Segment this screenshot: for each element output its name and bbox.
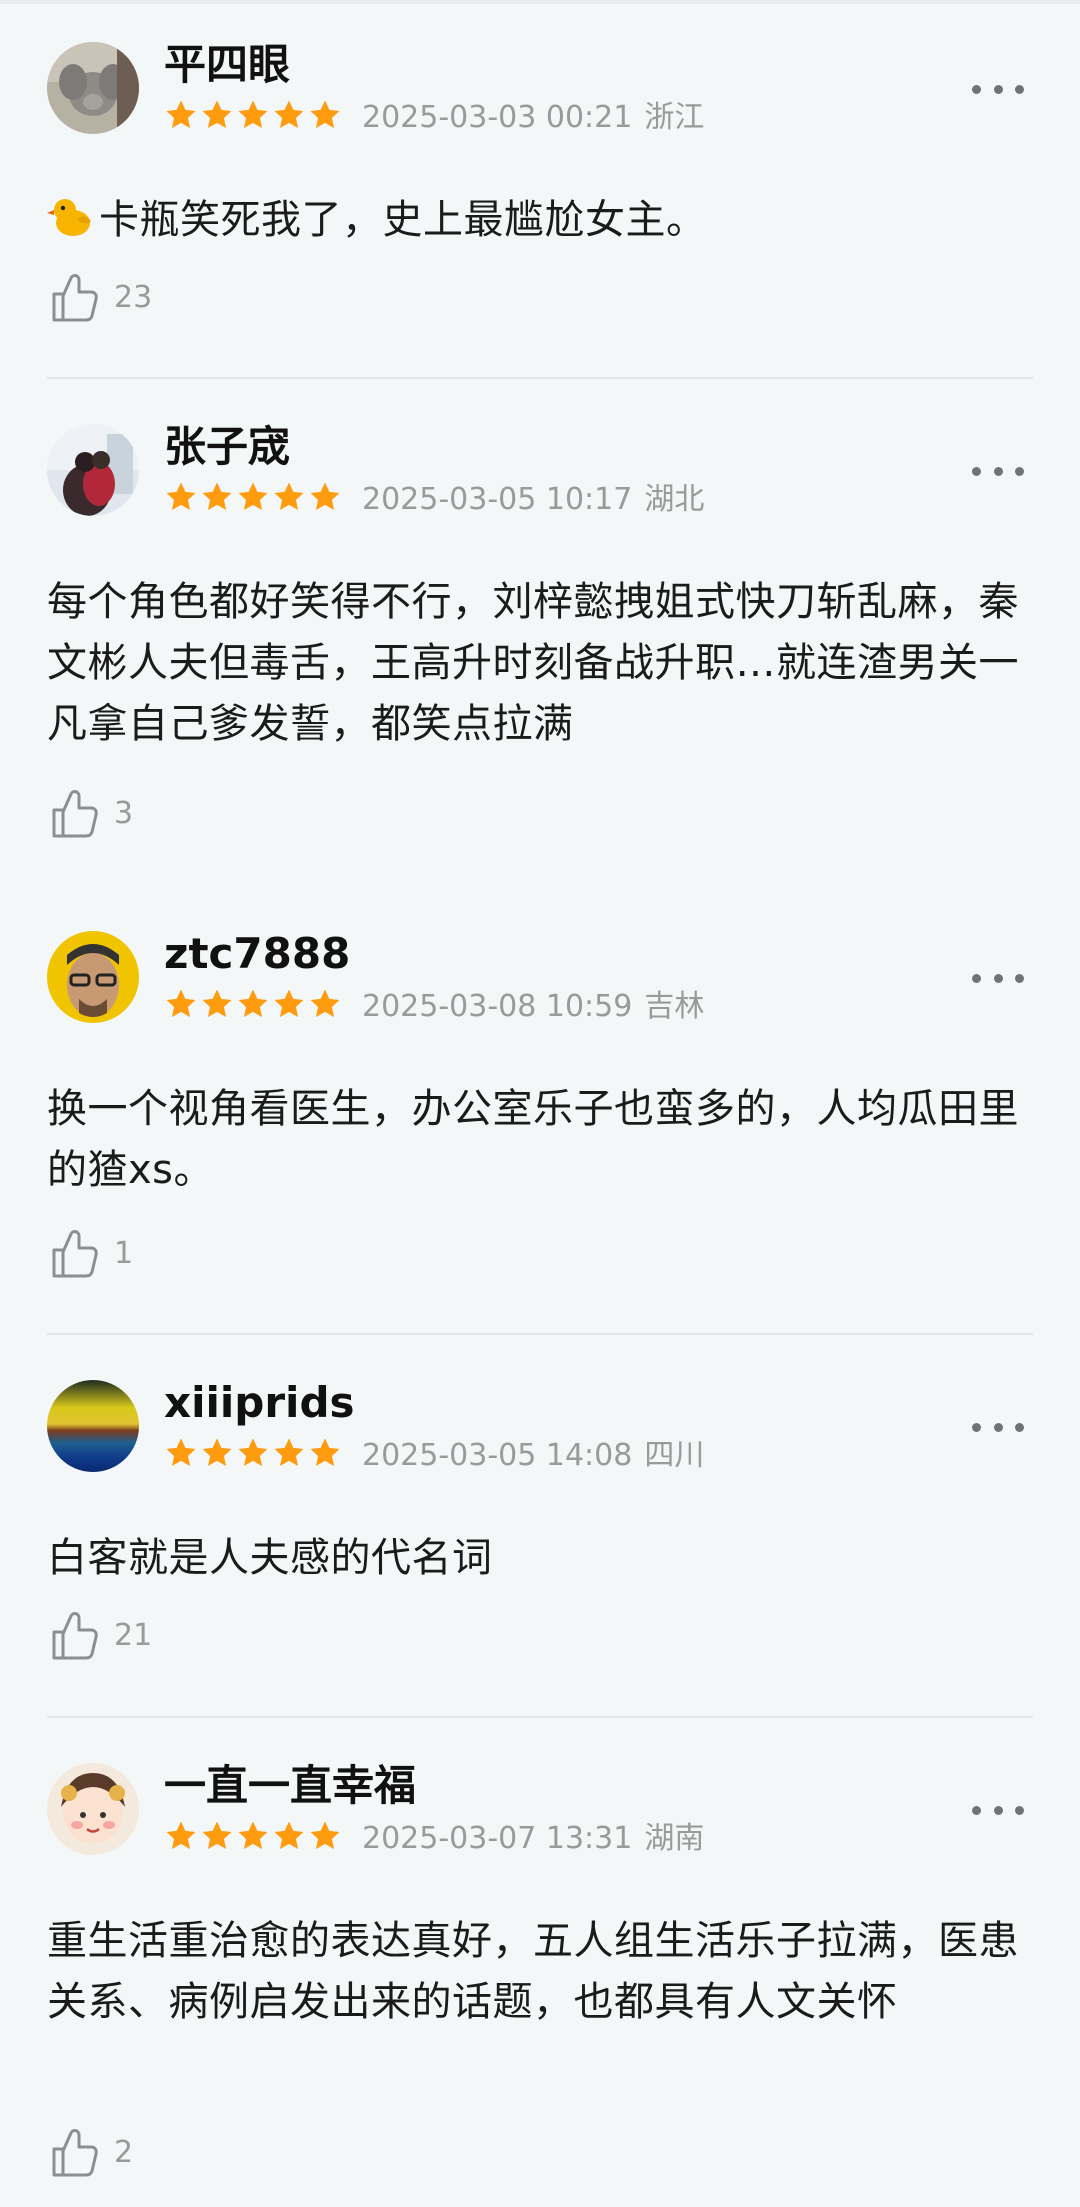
star-icon (200, 1436, 234, 1476)
top-edge (0, 0, 1080, 4)
review-date: 2025-03-05 10:17 (362, 482, 633, 517)
like-count: 2 (114, 2135, 134, 2170)
star-icon (164, 1436, 198, 1476)
like-button[interactable]: 2 (50, 2127, 133, 2179)
review-location: 四川 (644, 1438, 705, 1473)
review-content: 重生活重治愈的表达真好，五人组生活乐子拉满，医患关系、病例启发出来的话题，也都具… (47, 1918, 1019, 2025)
review-location: 湖南 (644, 1821, 705, 1856)
star-icon (200, 98, 234, 138)
star-icon (272, 1436, 306, 1476)
review-date: 2025-03-05 14:08 (362, 1438, 633, 1473)
avatar[interactable] (47, 1763, 139, 1855)
rating-stars (164, 480, 342, 520)
thumbs-up-icon (50, 1610, 100, 1662)
star-icon (164, 98, 198, 138)
star-icon (308, 98, 342, 138)
rating-stars (164, 98, 342, 138)
avatar[interactable] (47, 931, 139, 1023)
review-location: 湖北 (644, 482, 705, 517)
rating-stars (164, 1819, 342, 1859)
review-location: 浙江 (644, 100, 705, 135)
like-button[interactable]: 21 (50, 1610, 152, 1662)
review-content: 换一个视角看医生，办公室乐子也蛮多的，人均瓜田里的猹xs。 (47, 1086, 1019, 1193)
review-content: 白客就是人夫感的代名词 (47, 1535, 493, 1581)
like-button[interactable]: 23 (50, 272, 152, 324)
review-meta: 2025-03-08 10:59 吉林 (362, 989, 704, 1025)
star-icon (164, 987, 198, 1027)
rating-stars (164, 1436, 342, 1476)
review-meta: 2025-03-07 13:31 湖南 (362, 1821, 704, 1857)
thumbs-up-icon (50, 2127, 100, 2179)
review-location: 吉林 (644, 989, 705, 1024)
username[interactable]: ztc7888 (164, 929, 350, 979)
star-icon (272, 1819, 306, 1859)
like-button[interactable]: 1 (50, 1228, 133, 1280)
divider (47, 1333, 1033, 1335)
star-icon (164, 480, 198, 520)
star-icon (236, 98, 270, 138)
username[interactable]: xiiiprids (164, 1378, 355, 1428)
avatar[interactable] (47, 1380, 139, 1472)
thumbs-up-icon (50, 1228, 100, 1280)
star-icon (308, 1436, 342, 1476)
like-count: 1 (114, 1236, 134, 1271)
star-icon (272, 98, 306, 138)
review-meta: 2025-03-05 10:17 湖北 (362, 482, 704, 518)
divider (47, 377, 1033, 379)
star-icon (164, 1819, 198, 1859)
star-icon (308, 1819, 342, 1859)
star-icon (200, 1819, 234, 1859)
review-date: 2025-03-07 13:31 (362, 1821, 633, 1856)
star-icon (236, 480, 270, 520)
avatar[interactable] (47, 424, 139, 516)
star-icon (236, 1436, 270, 1476)
chick-emoji-icon (47, 193, 95, 257)
star-icon (200, 480, 234, 520)
like-count: 21 (114, 1618, 153, 1653)
divider (47, 1716, 1033, 1718)
more-options-icon[interactable] (972, 966, 1024, 990)
rating-stars (164, 987, 342, 1027)
review-meta: 2025-03-05 14:08 四川 (362, 1438, 704, 1474)
star-icon (308, 480, 342, 520)
username[interactable]: 张子宬 (164, 422, 290, 472)
star-icon (308, 987, 342, 1027)
like-button[interactable]: 3 (50, 788, 133, 840)
thumbs-up-icon (50, 788, 100, 840)
like-count: 23 (114, 280, 153, 315)
more-options-icon[interactable] (972, 1798, 1024, 1822)
username[interactable]: 平四眼 (164, 40, 290, 90)
review-date: 2025-03-08 10:59 (362, 989, 633, 1024)
star-icon (272, 987, 306, 1027)
review-text: 卡瓶笑死我了，史上最尴尬女主。 (99, 197, 707, 243)
review-meta: 2025-03-03 00:21 浙江 (362, 100, 704, 136)
more-options-icon[interactable] (972, 77, 1024, 101)
star-icon (200, 987, 234, 1027)
star-icon (236, 1819, 270, 1859)
more-options-icon[interactable] (972, 1415, 1024, 1439)
review-content: 每个角色都好笑得不行，刘梓懿拽姐式快刀斩乱麻，秦文彬人夫但毒舌，王高升时刻备战升… (47, 579, 1019, 747)
more-options-icon[interactable] (972, 459, 1024, 483)
review-content: 卡瓶笑死我了，史上最尴尬女主。 (47, 190, 1037, 257)
star-icon (272, 480, 306, 520)
thumbs-up-icon (50, 272, 100, 324)
review-date: 2025-03-03 00:21 (362, 100, 633, 135)
avatar[interactable] (47, 42, 139, 134)
username[interactable]: 一直一直幸福 (164, 1761, 416, 1811)
star-icon (236, 987, 270, 1027)
like-count: 3 (114, 796, 134, 831)
